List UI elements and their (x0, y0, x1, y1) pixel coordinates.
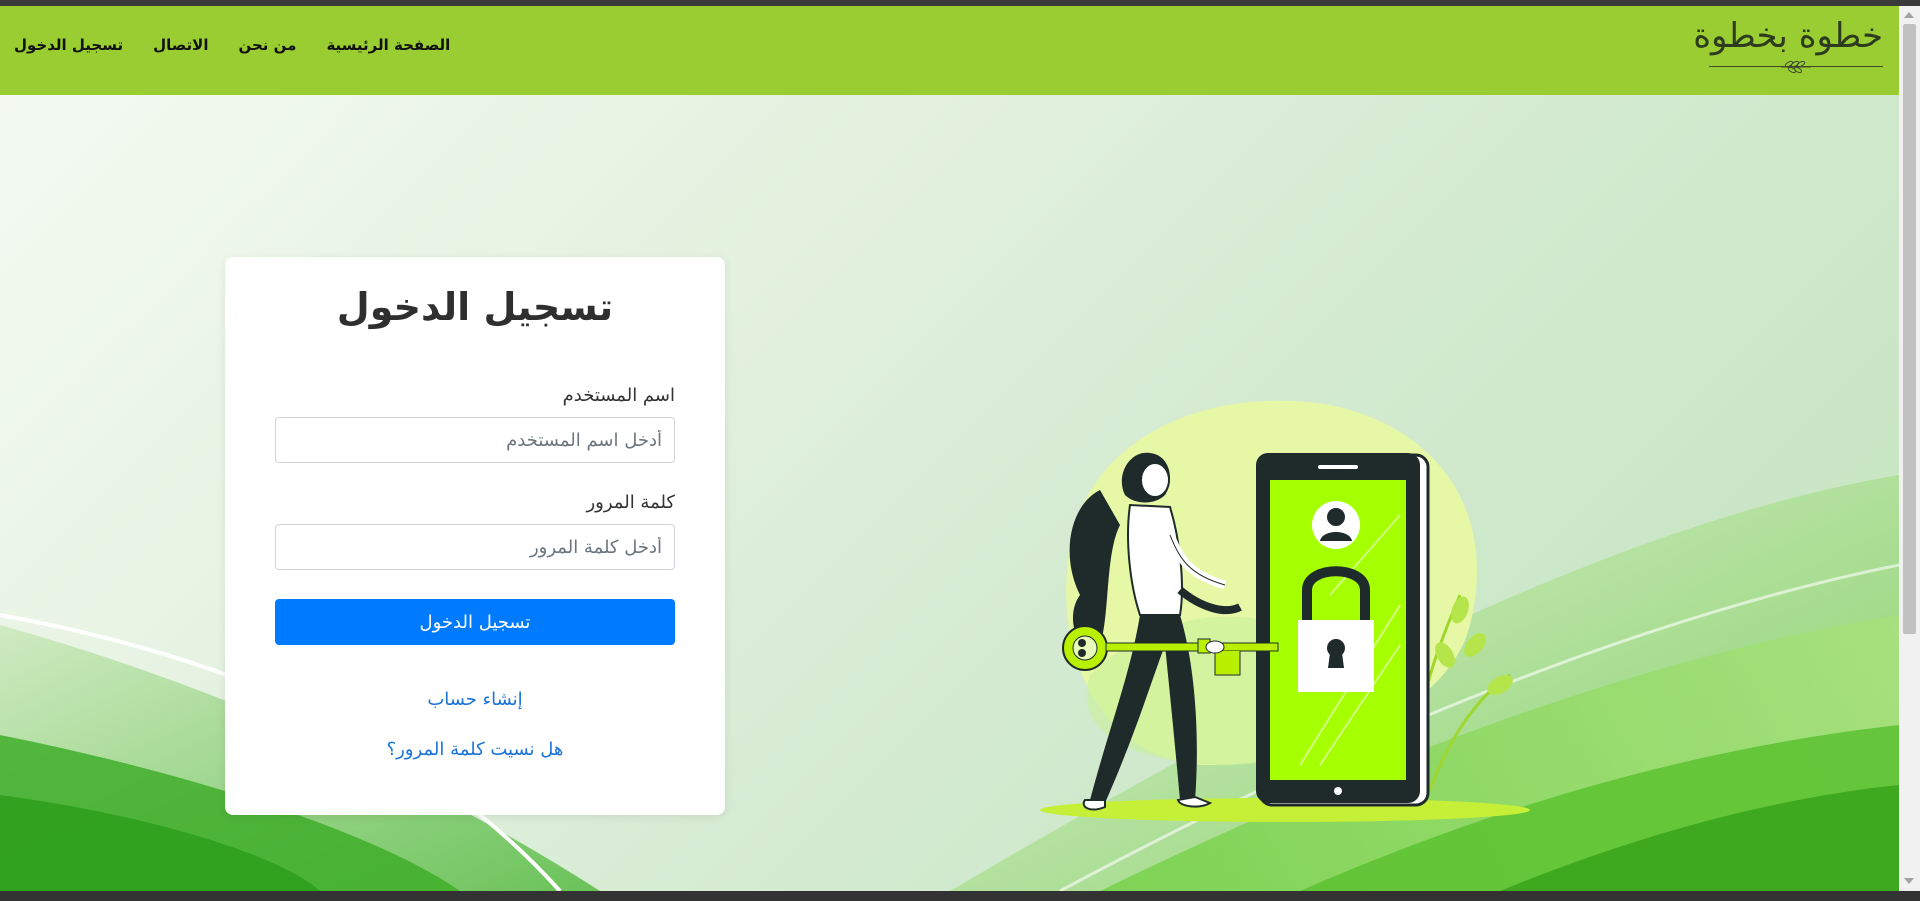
password-input[interactable] (275, 524, 675, 570)
taskbar-edge (0, 891, 1920, 901)
nav-about[interactable]: من نحن (238, 36, 296, 54)
woman-unlocking-phone-illustration (1040, 400, 1530, 822)
nav-contact[interactable]: الاتصال (153, 36, 208, 54)
vertical-scrollbar[interactable] (1899, 6, 1920, 891)
scroll-down-arrow-icon[interactable] (1904, 878, 1914, 884)
browser-viewport: خطوة بخطوة تسجيل الدخول الاتصال من نحن ا… (0, 0, 1920, 901)
nav-login[interactable]: تسجيل الدخول (14, 36, 123, 54)
logo-text: خطوة بخطوة (1693, 16, 1883, 56)
password-label: كلمة المرور (586, 492, 675, 513)
site-logo[interactable]: خطوة بخطوة (1693, 12, 1883, 78)
navbar: خطوة بخطوة تسجيل الدخول الاتصال من نحن ا… (0, 6, 1899, 95)
login-page-content: تسجيل الدخول اسم المستخدم كلمة المرور تس… (0, 95, 1899, 891)
username-label: اسم المستخدم (562, 385, 675, 406)
scrollbar-thumb[interactable] (1903, 24, 1916, 634)
scroll-up-arrow-icon[interactable] (1904, 12, 1914, 18)
login-submit-button[interactable]: تسجيل الدخول (275, 599, 675, 645)
login-title: تسجيل الدخول (336, 285, 614, 329)
login-card: تسجيل الدخول اسم المستخدم كلمة المرور تس… (225, 257, 725, 815)
forgot-password-link[interactable]: هل نسيت كلمة المرور؟ (225, 739, 725, 760)
create-account-link[interactable]: إنشاء حساب (225, 689, 725, 710)
username-input[interactable] (275, 417, 675, 463)
main-nav: تسجيل الدخول الاتصال من نحن الصفحة الرئي… (14, 36, 450, 54)
leaf-icon (1781, 60, 1811, 74)
nav-home[interactable]: الصفحة الرئيسية (326, 36, 450, 54)
